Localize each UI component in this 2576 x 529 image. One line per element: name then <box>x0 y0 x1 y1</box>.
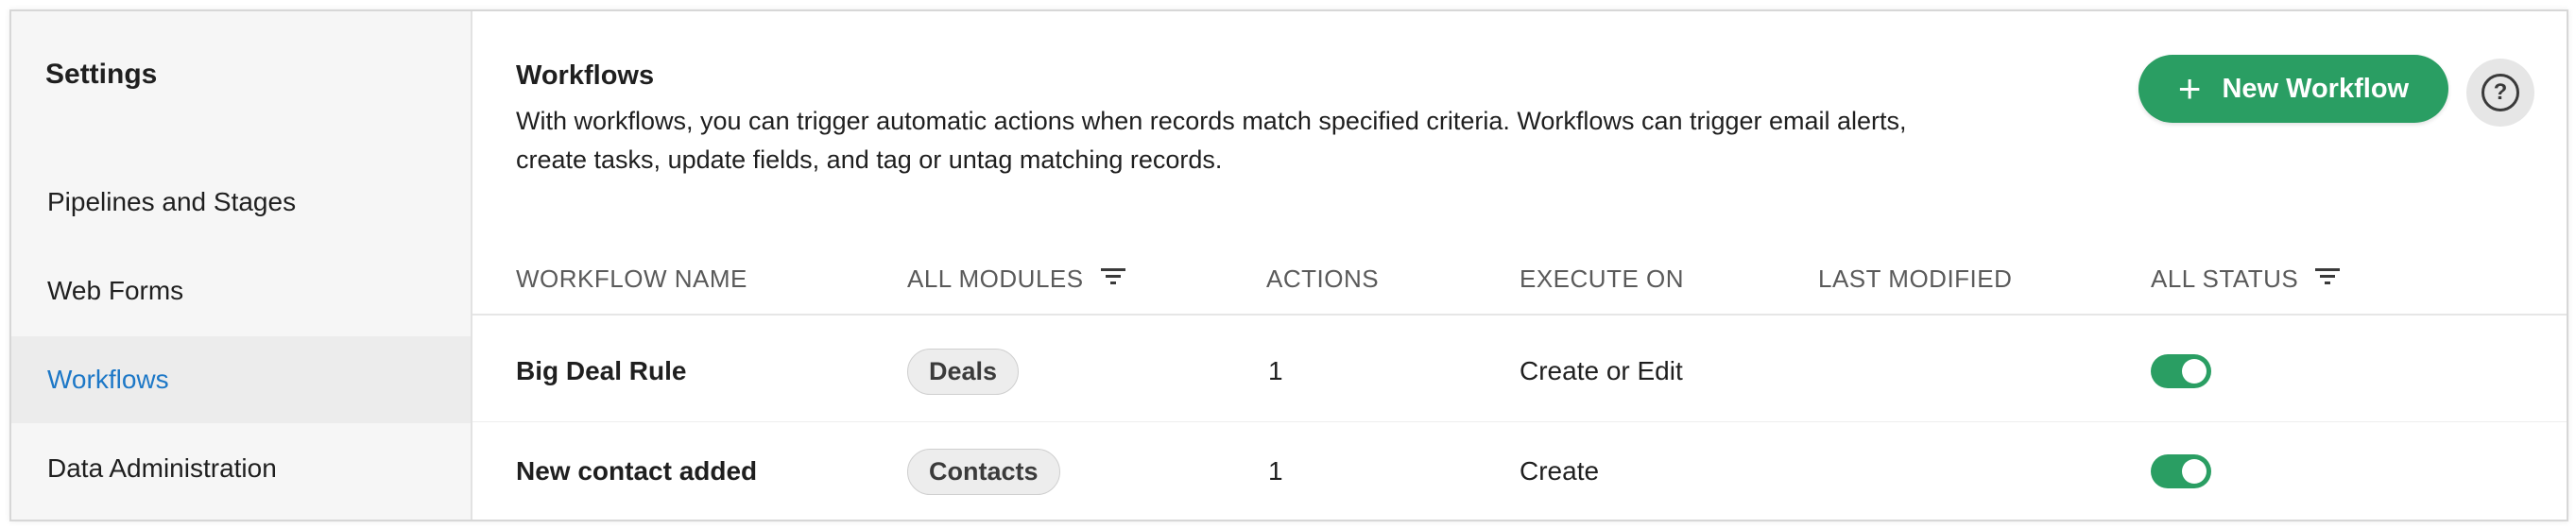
question-circle-icon: ? <box>2482 74 2519 111</box>
column-header-label: LAST MODIFIED <box>1818 264 2013 293</box>
column-header-last-modified: LAST MODIFIED <box>1818 264 2012 294</box>
workflow-name[interactable]: Big Deal Rule <box>516 321 686 421</box>
module-badge: Deals <box>907 348 1020 395</box>
actions-count: 1 <box>1268 356 1283 385</box>
app-window: Settings Pipelines and Stages Web Forms … <box>9 9 2568 521</box>
table-row[interactable]: Big Deal Rule Deals 1 Create or Edit <box>472 321 2567 422</box>
execute-on: Create <box>1520 456 1600 486</box>
column-header-label: WORKFLOW NAME <box>516 264 747 293</box>
column-header-label: EXECUTE ON <box>1520 264 1685 293</box>
column-header-label: ALL MODULES <box>907 264 1084 293</box>
column-header-execute-on: EXECUTE ON <box>1520 264 1684 294</box>
sidebar-item-web-forms[interactable]: Web Forms <box>11 247 471 334</box>
sidebar-title: Settings <box>45 59 158 90</box>
settings-sidebar: Settings Pipelines and Stages Web Forms … <box>11 11 472 520</box>
column-header-all-modules[interactable]: ALL MODULES <box>907 264 1125 294</box>
page-title: Workflows <box>516 60 655 91</box>
new-workflow-label: New Workflow <box>2222 73 2410 104</box>
new-workflow-button[interactable]: + New Workflow <box>2138 55 2448 123</box>
column-header-all-status[interactable]: ALL STATUS <box>2151 264 2341 294</box>
page-description: With workflows, you can trigger automati… <box>516 107 1907 174</box>
status-toggle[interactable] <box>2151 354 2211 388</box>
execute-on: Create or Edit <box>1520 356 1683 385</box>
column-header-workflow-name: WORKFLOW NAME <box>516 264 747 294</box>
workflows-panel: Workflows With workflows, you can trigge… <box>472 11 2567 520</box>
module-badge: Contacts <box>907 448 1060 495</box>
status-cell <box>2151 421 2211 520</box>
sidebar-item-workflows[interactable]: Workflows <box>11 336 471 423</box>
filter-icon[interactable] <box>2315 264 2341 294</box>
actions-count: 1 <box>1268 456 1283 486</box>
column-header-label: ACTIONS <box>1266 264 1380 293</box>
help-button[interactable]: ? <box>2466 59 2534 127</box>
status-toggle[interactable] <box>2151 454 2211 488</box>
module-cell: Deals <box>907 321 1020 421</box>
status-cell <box>2151 321 2211 421</box>
workflow-name[interactable]: New contact added <box>516 421 757 520</box>
plus-icon: + <box>2177 66 2202 111</box>
column-header-actions: ACTIONS <box>1266 264 1379 294</box>
module-cell: Contacts <box>907 421 1060 520</box>
sidebar-item-data-administration[interactable]: Data Administration <box>11 425 471 512</box>
toggle-knob <box>2182 459 2207 484</box>
column-header-label: ALL STATUS <box>2151 264 2299 293</box>
table-header-divider <box>472 314 2567 316</box>
sidebar-item-pipelines[interactable]: Pipelines and Stages <box>11 159 471 246</box>
toggle-knob <box>2182 359 2207 384</box>
filter-icon[interactable] <box>1100 264 1125 294</box>
table-row[interactable]: New contact added Contacts 1 Create <box>472 421 2567 520</box>
